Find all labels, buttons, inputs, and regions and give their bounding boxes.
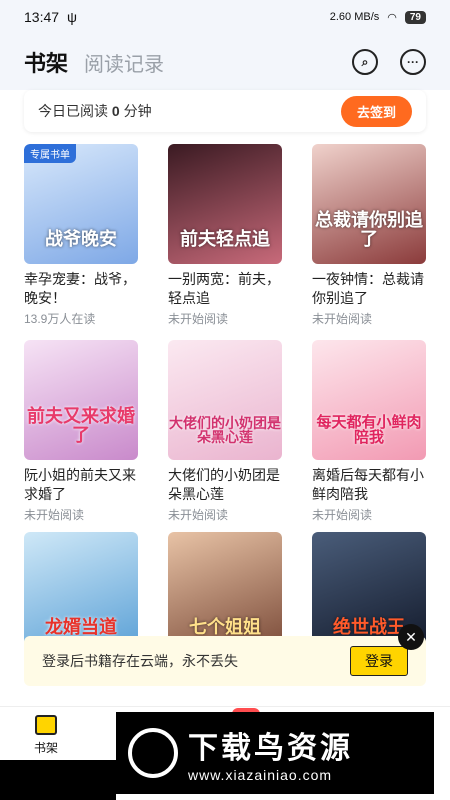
cover-title: 大佬们的小奶团是朵黑心莲	[169, 415, 281, 447]
cover-title: 战爷晚安	[45, 229, 117, 251]
nav-item-bookshelf[interactable]: 书架	[24, 715, 68, 756]
reading-summary-card: 今日已阅读 0 分钟 去签到	[24, 90, 426, 132]
tab-bookshelf[interactable]: 书架	[21, 46, 68, 78]
watermark-url: www.xiazainiao.com	[188, 767, 333, 783]
system-nav-bar	[0, 760, 116, 800]
book-card[interactable]: 大佬们的小奶团是朵黑心莲 大佬们的小奶团是朵黑心莲 未开始阅读	[168, 340, 282, 523]
book-title[interactable]: 阮小姐的前夫又来求婚了	[24, 466, 138, 504]
checkin-button[interactable]: 去签到	[340, 95, 412, 127]
book-cover[interactable]: 专属书单 战爷晚安	[24, 144, 138, 264]
book-cover[interactable]: 前夫又来求婚了	[24, 340, 138, 460]
bird-logo-icon	[128, 728, 178, 778]
book-title[interactable]: 幸孕宠妻：战爷，晚安！	[24, 270, 138, 308]
book-title[interactable]: 大佬们的小奶团是朵黑心莲	[168, 466, 282, 504]
battery-icon: 79	[404, 10, 426, 24]
cover-title: 前夫又来求婚了	[27, 406, 135, 447]
cover-title: 前夫轻点追	[180, 229, 270, 251]
status-bar: 13:47 ψ 2.60 MB/s ◠ 79	[0, 0, 450, 34]
cover-title: 每天都有小鲜肉陪我	[316, 412, 422, 447]
book-cover[interactable]: 前夫轻点追	[168, 144, 282, 264]
login-button[interactable]: 登录	[350, 646, 408, 676]
book-status: 13.9万人在读	[24, 312, 96, 326]
book-title[interactable]: 一夜钟情：总裁请你别追了	[312, 270, 426, 308]
reading-minutes: 0	[111, 103, 120, 119]
search-icon[interactable]: ⌕	[352, 49, 378, 75]
close-icon[interactable]: ✕	[398, 624, 424, 650]
book-cover[interactable]: 大佬们的小奶团是朵黑心莲	[168, 340, 282, 460]
book-cover[interactable]: 龙婿当道	[24, 532, 138, 652]
book-card[interactable]: 前夫轻点追 一别两宽：前夫，轻点追 未开始阅读	[168, 144, 282, 327]
watermark-title: 下载鸟资源	[188, 732, 353, 765]
book-status: 未开始阅读	[24, 508, 85, 522]
header: 书架 阅读记录 ⌕ ···	[0, 34, 450, 90]
book-cover[interactable]: 总裁请你别追了	[312, 144, 426, 264]
book-title[interactable]: 离婚后每天都有小鲜肉陪我	[312, 466, 426, 504]
clock: 13:47	[24, 9, 60, 25]
book-card[interactable]: 总裁请你别追了 一夜钟情：总裁请你别追了 未开始阅读	[312, 144, 426, 327]
reading-suffix: 分钟	[119, 103, 152, 119]
book-card[interactable]: 专属书单 战爷晚安 幸孕宠妻：战爷，晚安！ 13.9万人在读	[24, 144, 138, 327]
more-icon[interactable]: ···	[400, 49, 426, 75]
cover-title: 总裁请你别追了	[315, 210, 423, 251]
exclusive-badge: 专属书单	[24, 144, 76, 163]
book-card[interactable]: 七个姐姐	[168, 532, 282, 652]
book-status: 未开始阅读	[312, 508, 373, 522]
book-status: 未开始阅读	[312, 312, 373, 326]
book-status: 未开始阅读	[168, 508, 229, 522]
login-banner: 登录后书籍存在云端，永不丢失 登录	[24, 636, 426, 686]
book-status: 未开始阅读	[168, 312, 229, 326]
book-card[interactable]: 龙婿当道	[24, 532, 138, 652]
book-cover[interactable]: 七个姐姐	[168, 532, 282, 652]
wifi-icon: ◠	[387, 11, 397, 24]
nav-label-bookshelf: 书架	[33, 741, 58, 755]
book-cover[interactable]: 每天都有小鲜肉陪我	[312, 340, 426, 460]
bookshelf-icon	[35, 715, 57, 735]
book-title[interactable]: 一别两宽：前夫，轻点追	[168, 270, 282, 308]
reading-time-text: 今日已阅读 0 分钟	[38, 101, 152, 121]
book-card[interactable]: 前夫又来求婚了 阮小姐的前夫又来求婚了 未开始阅读	[24, 340, 138, 523]
network-speed: 2.60 MB/s	[329, 11, 380, 23]
usb-icon: ψ	[67, 9, 78, 25]
login-banner-text: 登录后书籍存在云端，永不丢失	[42, 653, 238, 669]
reading-prefix: 今日已阅读	[38, 103, 112, 119]
watermark: 下载鸟资源 www.xiazainiao.com	[116, 712, 434, 794]
tab-reading-history[interactable]: 阅读记录	[84, 48, 164, 77]
book-card[interactable]: 每天都有小鲜肉陪我 离婚后每天都有小鲜肉陪我 未开始阅读	[312, 340, 426, 523]
